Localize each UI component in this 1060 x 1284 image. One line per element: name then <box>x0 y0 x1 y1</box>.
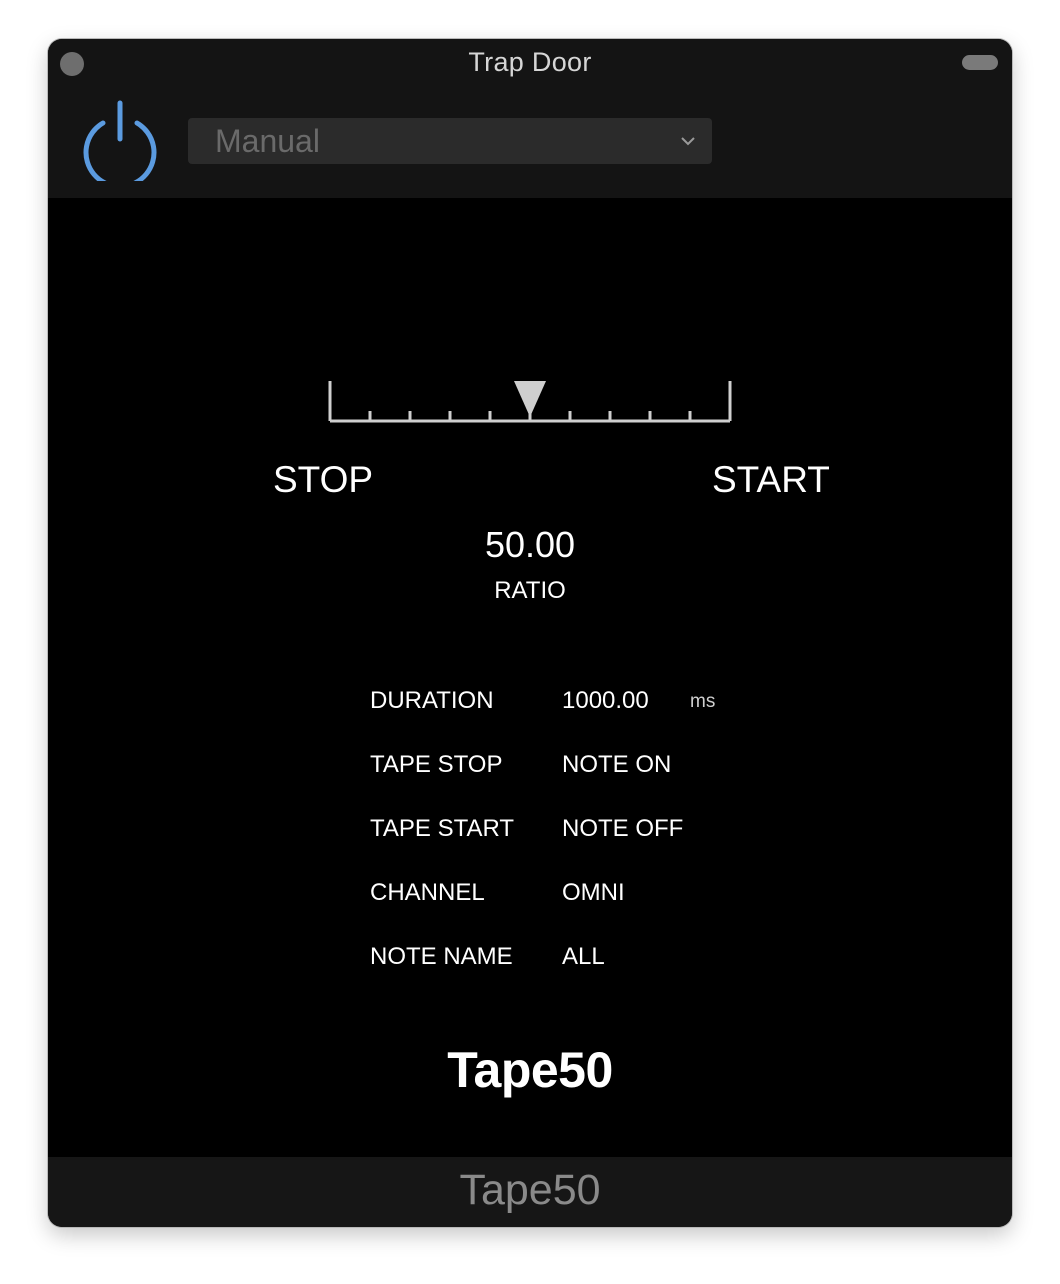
minimize-pill-icon[interactable] <box>962 55 998 70</box>
param-value[interactable]: NOTE ON <box>562 751 671 779</box>
window-title: Trap Door <box>468 47 592 77</box>
footer-plugin-name: Tape50 <box>459 1166 601 1214</box>
ratio-label: RATIO <box>494 577 566 604</box>
slider-label-stop: STOP <box>273 459 374 500</box>
footer-bar: Tape50 <box>48 1157 1012 1227</box>
plugin-header: Trap Door Manual <box>48 39 1012 198</box>
param-name: TAPE START <box>370 815 515 842</box>
chevron-down-icon <box>681 137 695 146</box>
param-value[interactable]: NOTE OFF <box>562 815 683 843</box>
param-name: TAPE STOP <box>370 751 503 778</box>
stop-start-slider[interactable] <box>324 369 736 429</box>
plugin-window: Trap Door Manual STOP START 50.00 RATIO … <box>48 39 1012 1227</box>
param-name: DURATION <box>370 687 494 714</box>
slider-pointer-icon[interactable] <box>514 381 546 417</box>
ratio-value[interactable]: 50.00 <box>48 524 1012 566</box>
brand-logo-text: Tape50 <box>447 1042 613 1098</box>
param-unit: ms <box>690 691 716 712</box>
slider-label-start: START <box>712 459 830 500</box>
preset-dropdown[interactable]: Manual <box>188 118 712 164</box>
param-name: NOTE NAME <box>370 943 513 970</box>
param-value[interactable]: ALL <box>562 943 605 971</box>
param-name: CHANNEL <box>370 879 485 906</box>
param-value[interactable]: 1000.00 <box>562 687 649 715</box>
preset-value: Manual <box>215 123 320 159</box>
param-value[interactable]: OMNI <box>562 879 625 907</box>
power-icon[interactable] <box>81 99 159 181</box>
